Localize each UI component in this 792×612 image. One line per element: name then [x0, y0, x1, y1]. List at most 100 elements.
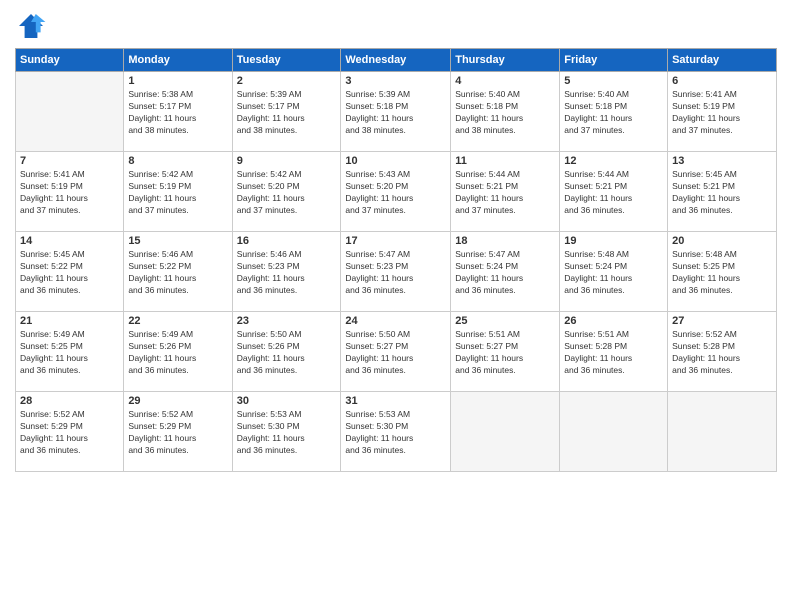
day-info: Sunrise: 5:40 AMSunset: 5:18 PMDaylight:… — [564, 89, 663, 137]
week-row-3: 21 Sunrise: 5:49 AMSunset: 5:25 PMDayligh… — [16, 312, 777, 392]
day-info: Sunrise: 5:39 AMSunset: 5:17 PMDaylight:… — [237, 89, 337, 137]
day-info: Sunrise: 5:46 AMSunset: 5:23 PMDaylight:… — [237, 249, 337, 297]
day-info: Sunrise: 5:41 AMSunset: 5:19 PMDaylight:… — [672, 89, 772, 137]
day-number: 28 — [20, 395, 119, 407]
day-info: Sunrise: 5:49 AMSunset: 5:25 PMDaylight:… — [20, 329, 119, 377]
day-number: 21 — [20, 315, 119, 327]
day-info: Sunrise: 5:41 AMSunset: 5:19 PMDaylight:… — [20, 169, 119, 217]
day-header-wednesday: Wednesday — [341, 49, 451, 72]
day-number: 3 — [345, 75, 446, 87]
day-info: Sunrise: 5:52 AMSunset: 5:28 PMDaylight:… — [672, 329, 772, 377]
day-info: Sunrise: 5:52 AMSunset: 5:29 PMDaylight:… — [20, 409, 119, 457]
day-header-monday: Monday — [124, 49, 232, 72]
page: SundayMondayTuesdayWednesdayThursdayFrid… — [0, 0, 792, 612]
calendar-cell: 24Sunrise: 5:50 AMSunset: 5:27 PMDayligh… — [341, 312, 451, 392]
day-number: 5 — [564, 75, 663, 87]
day-number: 2 — [237, 75, 337, 87]
day-number: 13 — [672, 155, 772, 167]
calendar-cell: 9 Sunrise: 5:42 AMSunset: 5:20 PMDaylight… — [232, 152, 341, 232]
day-info: Sunrise: 5:38 AMSunset: 5:17 PMDaylight:… — [128, 89, 227, 137]
day-info: Sunrise: 5:42 AMSunset: 5:20 PMDaylight:… — [237, 169, 337, 217]
week-row-2: 14Sunrise: 5:45 AMSunset: 5:22 PMDayligh… — [16, 232, 777, 312]
header — [15, 10, 777, 42]
day-info: Sunrise: 5:53 AMSunset: 5:30 PMDaylight:… — [237, 409, 337, 457]
day-number: 12 — [564, 155, 663, 167]
day-info: Sunrise: 5:50 AMSunset: 5:26 PMDaylight:… — [237, 329, 337, 377]
calendar-cell: 23 Sunrise: 5:50 AMSunset: 5:26 PMDayligh… — [232, 312, 341, 392]
calendar-cell: 10 Sunrise: 5:43 AMSunset: 5:20 PMDayligh… — [341, 152, 451, 232]
calendar-cell: 16Sunrise: 5:46 AMSunset: 5:23 PMDayligh… — [232, 232, 341, 312]
day-number: 27 — [672, 315, 772, 327]
week-row-4: 28 Sunrise: 5:52 AMSunset: 5:29 PMDayligh… — [16, 392, 777, 472]
calendar-cell: 28 Sunrise: 5:52 AMSunset: 5:29 PMDayligh… — [16, 392, 124, 472]
day-header-saturday: Saturday — [668, 49, 777, 72]
calendar-table: SundayMondayTuesdayWednesdayThursdayFrid… — [15, 48, 777, 472]
day-number: 9 — [237, 155, 337, 167]
day-info: Sunrise: 5:47 AMSunset: 5:24 PMDaylight:… — [455, 249, 555, 297]
day-header-tuesday: Tuesday — [232, 49, 341, 72]
calendar-cell: 29Sunrise: 5:52 AMSunset: 5:29 PMDayligh… — [124, 392, 232, 472]
calendar-cell: 8Sunrise: 5:42 AMSunset: 5:19 PMDaylight… — [124, 152, 232, 232]
day-header-thursday: Thursday — [451, 49, 560, 72]
day-info: Sunrise: 5:49 AMSunset: 5:26 PMDaylight:… — [128, 329, 227, 377]
header-row: SundayMondayTuesdayWednesdayThursdayFrid… — [16, 49, 777, 72]
calendar-cell: 27 Sunrise: 5:52 AMSunset: 5:28 PMDayligh… — [668, 312, 777, 392]
day-number: 25 — [455, 315, 555, 327]
calendar-cell: 13 Sunrise: 5:45 AMSunset: 5:21 PMDayligh… — [668, 152, 777, 232]
week-row-0: 1 Sunrise: 5:38 AMSunset: 5:17 PMDaylight… — [16, 72, 777, 152]
day-number: 10 — [345, 155, 446, 167]
day-number: 4 — [455, 75, 555, 87]
calendar-cell: 6Sunrise: 5:41 AMSunset: 5:19 PMDaylight… — [668, 72, 777, 152]
calendar-cell: 7 Sunrise: 5:41 AMSunset: 5:19 PMDaylight… — [16, 152, 124, 232]
calendar-cell: 31 Sunrise: 5:53 AMSunset: 5:30 PMDayligh… — [341, 392, 451, 472]
day-info: Sunrise: 5:53 AMSunset: 5:30 PMDaylight:… — [345, 409, 446, 457]
calendar-cell: 2 Sunrise: 5:39 AMSunset: 5:17 PMDaylight… — [232, 72, 341, 152]
calendar-cell: 25 Sunrise: 5:51 AMSunset: 5:27 PMDayligh… — [451, 312, 560, 392]
calendar-cell: 26 Sunrise: 5:51 AMSunset: 5:28 PMDayligh… — [560, 312, 668, 392]
day-number: 17 — [345, 235, 446, 247]
calendar-cell: 30Sunrise: 5:53 AMSunset: 5:30 PMDayligh… — [232, 392, 341, 472]
calendar-cell: 18 Sunrise: 5:47 AMSunset: 5:24 PMDayligh… — [451, 232, 560, 312]
day-number: 15 — [128, 235, 227, 247]
logo-icon — [15, 10, 47, 42]
day-info: Sunrise: 5:46 AMSunset: 5:22 PMDaylight:… — [128, 249, 227, 297]
calendar-cell: 17 Sunrise: 5:47 AMSunset: 5:23 PMDayligh… — [341, 232, 451, 312]
day-number: 31 — [345, 395, 446, 407]
day-info: Sunrise: 5:51 AMSunset: 5:28 PMDaylight:… — [564, 329, 663, 377]
day-info: Sunrise: 5:51 AMSunset: 5:27 PMDaylight:… — [455, 329, 555, 377]
calendar-cell: 3 Sunrise: 5:39 AMSunset: 5:18 PMDaylight… — [341, 72, 451, 152]
day-header-friday: Friday — [560, 49, 668, 72]
day-number: 29 — [128, 395, 227, 407]
calendar-cell: 14Sunrise: 5:45 AMSunset: 5:22 PMDayligh… — [16, 232, 124, 312]
calendar-cell — [451, 392, 560, 472]
day-info: Sunrise: 5:44 AMSunset: 5:21 PMDaylight:… — [564, 169, 663, 217]
day-info: Sunrise: 5:43 AMSunset: 5:20 PMDaylight:… — [345, 169, 446, 217]
day-info: Sunrise: 5:39 AMSunset: 5:18 PMDaylight:… — [345, 89, 446, 137]
calendar-cell: 21 Sunrise: 5:49 AMSunset: 5:25 PMDayligh… — [16, 312, 124, 392]
calendar-cell: 4 Sunrise: 5:40 AMSunset: 5:18 PMDaylight… — [451, 72, 560, 152]
day-number: 11 — [455, 155, 555, 167]
day-info: Sunrise: 5:40 AMSunset: 5:18 PMDaylight:… — [455, 89, 555, 137]
day-number: 23 — [237, 315, 337, 327]
logo — [15, 10, 51, 42]
day-info: Sunrise: 5:50 AMSunset: 5:27 PMDaylight:… — [345, 329, 446, 377]
calendar-cell: 19 Sunrise: 5:48 AMSunset: 5:24 PMDayligh… — [560, 232, 668, 312]
day-info: Sunrise: 5:45 AMSunset: 5:22 PMDaylight:… — [20, 249, 119, 297]
day-info: Sunrise: 5:47 AMSunset: 5:23 PMDaylight:… — [345, 249, 446, 297]
day-number: 19 — [564, 235, 663, 247]
day-number: 7 — [20, 155, 119, 167]
day-number: 1 — [128, 75, 227, 87]
day-info: Sunrise: 5:45 AMSunset: 5:21 PMDaylight:… — [672, 169, 772, 217]
day-number: 18 — [455, 235, 555, 247]
day-header-sunday: Sunday — [16, 49, 124, 72]
day-info: Sunrise: 5:48 AMSunset: 5:24 PMDaylight:… — [564, 249, 663, 297]
week-row-1: 7 Sunrise: 5:41 AMSunset: 5:19 PMDaylight… — [16, 152, 777, 232]
calendar-cell: 5 Sunrise: 5:40 AMSunset: 5:18 PMDaylight… — [560, 72, 668, 152]
day-info: Sunrise: 5:44 AMSunset: 5:21 PMDaylight:… — [455, 169, 555, 217]
day-info: Sunrise: 5:48 AMSunset: 5:25 PMDaylight:… — [672, 249, 772, 297]
day-number: 8 — [128, 155, 227, 167]
calendar-cell: 11 Sunrise: 5:44 AMSunset: 5:21 PMDayligh… — [451, 152, 560, 232]
day-number: 26 — [564, 315, 663, 327]
calendar-cell: 12 Sunrise: 5:44 AMSunset: 5:21 PMDayligh… — [560, 152, 668, 232]
calendar-cell: 20Sunrise: 5:48 AMSunset: 5:25 PMDayligh… — [668, 232, 777, 312]
